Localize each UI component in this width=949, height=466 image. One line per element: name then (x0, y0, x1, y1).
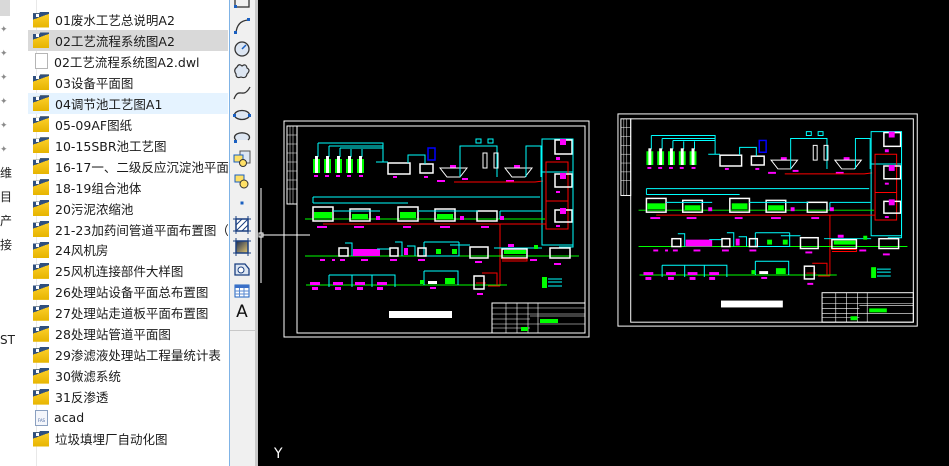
file-list-item[interactable]: 02工艺流程系统图A2.dwl (28, 51, 228, 72)
quick-access-item[interactable]: 目 (0, 188, 12, 205)
file-list-item[interactable]: 01废水工艺总说明A2 (28, 9, 228, 30)
drawing-canvas[interactable]: Y (258, 0, 949, 466)
folder-icon (33, 32, 49, 49)
file-name: 18-19组合池体 (55, 180, 142, 196)
file-list-item[interactable]: 26处理站设备平面总布置图 (28, 281, 228, 302)
folder-icon (33, 74, 49, 91)
drawing-sheet-2[interactable] (616, 110, 930, 332)
file-name: 27处理站走道板平面布置图 (55, 306, 209, 322)
arc-icon[interactable] (233, 17, 251, 35)
file-list-item[interactable]: 21-23加药间管道平面布置图（01 (28, 219, 228, 240)
folder-icon (33, 158, 49, 175)
drawing-sheet-1[interactable] (280, 115, 600, 345)
file-list-item[interactable]: 24风机房 (28, 239, 228, 260)
file-list-item[interactable]: FAS acad (28, 407, 228, 428)
folder-icon (33, 367, 49, 384)
file-list-item[interactable]: 27处理站走道板平面布置图 (28, 302, 228, 323)
folder-icon (33, 95, 49, 112)
pin-icon[interactable]: ✦ (0, 50, 8, 59)
file-name: 25风机连接部件大样图 (55, 264, 184, 280)
folder-icon (33, 221, 49, 237)
file-list-item[interactable]: 31反渗透 (28, 386, 228, 407)
folder-icon (33, 430, 49, 447)
file-list-item[interactable]: 垃圾填埋厂自动化图 (28, 428, 228, 449)
folder-icon (33, 346, 49, 363)
file-list-item[interactable]: 29渗滤液处理站工程量统计表 (28, 344, 228, 365)
file-list-item[interactable]: 28处理站管道平面图 (28, 323, 228, 344)
file-name: 01废水工艺总说明A2 (55, 13, 175, 28)
file-name: 31反渗透 (55, 390, 109, 406)
revision-cloud-icon[interactable] (233, 62, 251, 80)
folder-icon (33, 304, 49, 321)
file-name: 垃圾填埋厂自动化图 (55, 432, 168, 447)
file-name: 16-17一、二级反应沉淀池平面图 (55, 159, 228, 175)
file-name: 20污泥浓缩池 (55, 201, 134, 217)
pin-icon[interactable]: ✦ (0, 26, 8, 35)
make-block-icon[interactable] (233, 172, 251, 190)
multiline-text-icon[interactable]: A (233, 303, 251, 321)
file-name: acad (54, 410, 85, 426)
folder-icon (33, 388, 49, 405)
file-name: 30微滤系统 (55, 369, 121, 385)
quick-access-item[interactable]: ST (0, 333, 15, 347)
insert-block-icon[interactable] (233, 150, 251, 168)
pin-icon[interactable]: ✦ (0, 98, 8, 107)
file-name: 28处理站管道平面图 (55, 327, 171, 343)
folder-icon (33, 11, 49, 28)
quick-access-item[interactable]: 产 (0, 212, 12, 229)
file-list: 01废水工艺总说明A2 02工艺流程系统图A2 02工艺流程系统图A2.dwl 03设… (28, 0, 228, 466)
file-name: 05-09AF图纸 (55, 117, 133, 133)
spline-icon[interactable] (233, 84, 251, 102)
pin-icon[interactable]: ✦ (0, 122, 8, 131)
file-name: 24风机房 (55, 243, 109, 259)
ellipse-icon[interactable] (233, 106, 251, 124)
file-name: 02工艺流程系统图A2.dwl (54, 54, 200, 70)
pin-icon[interactable]: ✦ (0, 74, 8, 83)
file-name: 03设备平面图 (55, 75, 134, 91)
file-list-item[interactable]: 30微滤系统 (28, 365, 228, 386)
folder-icon (33, 179, 49, 196)
file-list-item[interactable]: 05-09AF图纸 (28, 114, 228, 135)
fas-file-icon: FAS (35, 409, 48, 426)
folder-icon (33, 116, 49, 133)
file-list-item[interactable]: 20污泥浓缩池 (28, 198, 228, 219)
file-list-item[interactable]: 04调节池工艺图A1 (28, 92, 228, 114)
hatch-icon[interactable] (233, 216, 251, 234)
quick-access-item[interactable]: 维 (0, 164, 12, 181)
file-list-item[interactable]: 25风机连接部件大样图 (28, 260, 228, 281)
file-name: 04调节池工艺图A1 (55, 96, 163, 112)
circle-icon[interactable] (233, 40, 251, 58)
folder-icon (33, 137, 49, 154)
file-list-item[interactable]: 10-15SBR池工艺图 (28, 135, 228, 156)
file-name: 10-15SBR池工艺图 (55, 138, 167, 154)
file-name: 29渗滤液处理站工程量统计表 (55, 348, 221, 364)
draw-toolbar: A (229, 0, 256, 466)
region-icon[interactable] (233, 260, 251, 278)
folder-icon (33, 200, 49, 217)
file-list-item[interactable]: 02工艺流程系统图A2 (28, 29, 228, 51)
folder-icon (33, 241, 49, 258)
file-name: 21-23加药间管道平面布置图（01 (55, 222, 228, 238)
point-icon[interactable] (233, 194, 251, 212)
rectangle-icon[interactable] (233, 0, 251, 12)
ucs-y-axis-label: Y (274, 446, 283, 462)
quick-access-selected[interactable] (0, 0, 10, 16)
folder-icon (33, 262, 49, 279)
file-name: 26处理站设备平面总布置图 (55, 285, 209, 301)
quick-access-item[interactable]: 接 (0, 236, 12, 253)
pin-icon[interactable]: ✦ (0, 146, 8, 155)
file-list-item[interactable]: 03设备平面图 (28, 72, 228, 93)
file-list-item[interactable]: 18-19组合池体 (28, 177, 228, 198)
gradient-icon[interactable] (233, 238, 251, 256)
file-list-item[interactable]: 16-17一、二级反应沉淀池平面图 (28, 156, 228, 177)
folder-icon (33, 325, 49, 342)
table-icon[interactable] (233, 282, 251, 300)
ellipse-arc-icon[interactable] (233, 128, 251, 146)
file-icon (35, 53, 48, 70)
file-name: 02工艺流程系统图A2 (55, 33, 175, 49)
folder-icon (33, 283, 49, 300)
